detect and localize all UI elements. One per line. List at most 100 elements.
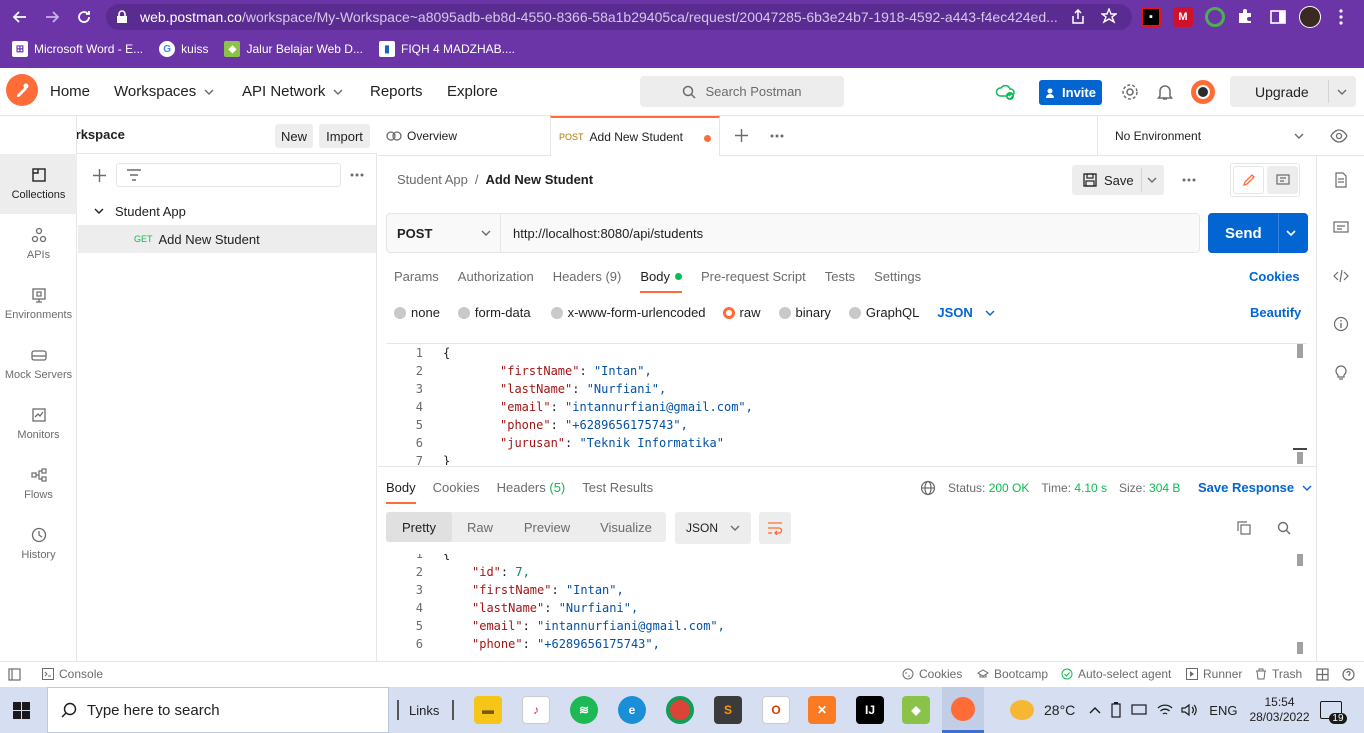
request-more-icon[interactable]	[1182, 178, 1196, 182]
language-indicator[interactable]: ENG	[1209, 703, 1237, 718]
rail-collections[interactable]: Collections	[0, 154, 77, 214]
toggle-sidebar-icon[interactable]	[8, 668, 21, 681]
extension-1-icon[interactable]: ▪	[1141, 7, 1161, 27]
info-icon[interactable]	[1333, 316, 1349, 332]
notification-bell-icon[interactable]	[1157, 83, 1173, 101]
profile-avatar[interactable]	[1299, 6, 1321, 28]
invite-button[interactable]: Invite	[1039, 80, 1102, 105]
user-avatar[interactable]	[1191, 80, 1215, 104]
intellij-icon[interactable]: IJ	[856, 696, 884, 724]
nav-workspaces[interactable]: Workspaces	[114, 83, 214, 100]
rail-monitors[interactable]: Monitors	[0, 394, 77, 454]
status-badge[interactable]: 200 OK	[989, 481, 1030, 495]
edge-icon[interactable]: e	[618, 696, 646, 724]
settings-gear-icon[interactable]	[1121, 83, 1139, 101]
wrap-lines-button[interactable]	[759, 512, 791, 544]
side-panel-icon[interactable]	[1270, 9, 1286, 25]
request-body-editor[interactable]: 1{2 "firstName": "Intan", 3 "lastName": "Nu…	[387, 343, 1307, 465]
body-format-select[interactable]: JSON	[937, 305, 995, 320]
method-select[interactable]: POST	[387, 214, 501, 252]
two-pane-view-icon[interactable]	[1316, 668, 1329, 681]
save-response-button[interactable]: Save Response	[1198, 480, 1312, 495]
battery-icon[interactable]	[1111, 702, 1121, 718]
beautify-link[interactable]: Beautify	[1250, 305, 1301, 320]
response-format-select[interactable]: JSON	[675, 512, 751, 544]
windows-start-icon[interactable]	[13, 702, 30, 719]
nav-api-network[interactable]: API Network	[242, 83, 343, 100]
auto-select-agent-button[interactable]: Auto-select agent	[1061, 667, 1171, 681]
request-url-input[interactable]: http://localhost:8080/api/students	[513, 226, 703, 241]
spotify-icon[interactable]: ≋	[570, 696, 598, 724]
tab-settings[interactable]: Settings	[874, 269, 921, 293]
git-gui-icon[interactable]: ◆	[902, 696, 930, 724]
search-icon[interactable]	[1277, 521, 1291, 535]
code-snippet-icon[interactable]	[1333, 268, 1349, 284]
comments-icon[interactable]	[1333, 220, 1349, 236]
extension-3-icon[interactable]	[1205, 7, 1225, 27]
resp-tab-test-results[interactable]: Test Results	[582, 480, 653, 504]
bookmark-word[interactable]: ⊞ Microsoft Word - E...	[12, 41, 143, 57]
speaker-icon[interactable]	[1181, 703, 1197, 717]
runner-button[interactable]: Runner	[1186, 667, 1242, 681]
globe-icon[interactable]	[920, 480, 936, 496]
radio-graphql[interactable]: GraphQL	[848, 305, 919, 320]
save-button[interactable]: Save	[1072, 165, 1164, 195]
environment-selector[interactable]: No Environment	[1097, 116, 1314, 156]
editor-scrollbar[interactable]	[1297, 344, 1303, 358]
tab-pre-request-script[interactable]: Pre-request Script	[701, 269, 806, 293]
radio-urlencoded[interactable]: x-www-form-urlencoded	[550, 305, 706, 320]
documentation-icon[interactable]	[1333, 172, 1349, 188]
temperature[interactable]: 28°C	[1044, 702, 1075, 718]
postman-taskbar-icon[interactable]	[942, 687, 984, 733]
view-pretty[interactable]: Pretty	[386, 512, 452, 542]
chevron-up-icon[interactable]	[1089, 706, 1101, 714]
share-icon[interactable]	[1070, 9, 1086, 25]
bookmark-jalur-belajar[interactable]: ◆ Jalur Belajar Web D...	[224, 41, 363, 57]
response-scrollbar[interactable]	[1297, 554, 1303, 566]
radio-binary[interactable]: binary	[778, 305, 831, 320]
taskbar-search-input[interactable]: Type here to search	[47, 687, 389, 733]
bookmark-fiqh[interactable]: ▮ FIQH 4 MADZHAB....	[378, 41, 515, 57]
postman-logo-icon[interactable]	[6, 74, 38, 106]
tab-authorization[interactable]: Authorization	[458, 269, 534, 293]
cloud-sync-icon[interactable]	[995, 83, 1017, 101]
weather-icon[interactable]	[1010, 700, 1034, 720]
office-icon[interactable]: O	[762, 696, 790, 724]
response-size[interactable]: 304 B	[1149, 481, 1180, 495]
sublime-text-icon[interactable]: S	[714, 696, 742, 724]
search-input[interactable]: Search Postman	[640, 76, 844, 107]
links-toolbar[interactable]: Links	[397, 700, 455, 720]
extensions-puzzle-icon[interactable]	[1237, 8, 1253, 24]
rail-flows[interactable]: Flows	[0, 454, 77, 514]
request-item-add-new-student[interactable]: GET Add New Student	[78, 225, 376, 253]
back-button[interactable]	[4, 1, 36, 33]
view-preview[interactable]: Preview	[508, 512, 586, 542]
new-tab-plus-icon[interactable]	[735, 129, 748, 142]
browser-menu-icon[interactable]	[1338, 9, 1344, 25]
send-button[interactable]: Send	[1208, 213, 1308, 253]
chevron-down-icon[interactable]	[1286, 228, 1296, 238]
nav-home[interactable]: Home	[50, 83, 90, 100]
tab-headers[interactable]: Headers (9)	[553, 269, 622, 293]
more-tabs-icon[interactable]	[770, 134, 784, 138]
address-bar[interactable]: web.postman.co/workspace/My-Workspace~a8…	[106, 4, 1132, 30]
filter-input[interactable]	[116, 163, 341, 187]
clock[interactable]: 15:54 28/03/2022	[1249, 695, 1309, 725]
rail-history[interactable]: History	[0, 514, 77, 574]
view-raw[interactable]: Raw	[452, 512, 508, 542]
rail-mock-servers[interactable]: Mock Servers	[0, 334, 77, 394]
import-button[interactable]: Import	[319, 124, 370, 148]
radio-form-data[interactable]: form-data	[457, 305, 531, 320]
nav-reports[interactable]: Reports	[370, 83, 423, 100]
file-explorer-icon[interactable]: ▬	[474, 696, 502, 724]
tab-add-new-student[interactable]: POST Add New Student	[550, 116, 720, 156]
response-body-viewer[interactable]: 1{2 "id": 7, 3 "firstName": "Intan", 4 "lastN…	[387, 554, 1307, 658]
xampp-icon[interactable]: ✕	[808, 696, 836, 724]
tab-overview[interactable]: Overview	[386, 116, 548, 156]
lightbulb-icon[interactable]	[1333, 364, 1349, 380]
rail-environments[interactable]: Environments	[0, 274, 77, 334]
notification-center-icon[interactable]: 19	[1319, 701, 1347, 724]
resp-tab-headers[interactable]: Headers (5)	[497, 480, 566, 504]
collection-item-student-app[interactable]: Student App	[78, 197, 376, 225]
environment-quick-look-icon[interactable]	[1330, 129, 1348, 143]
